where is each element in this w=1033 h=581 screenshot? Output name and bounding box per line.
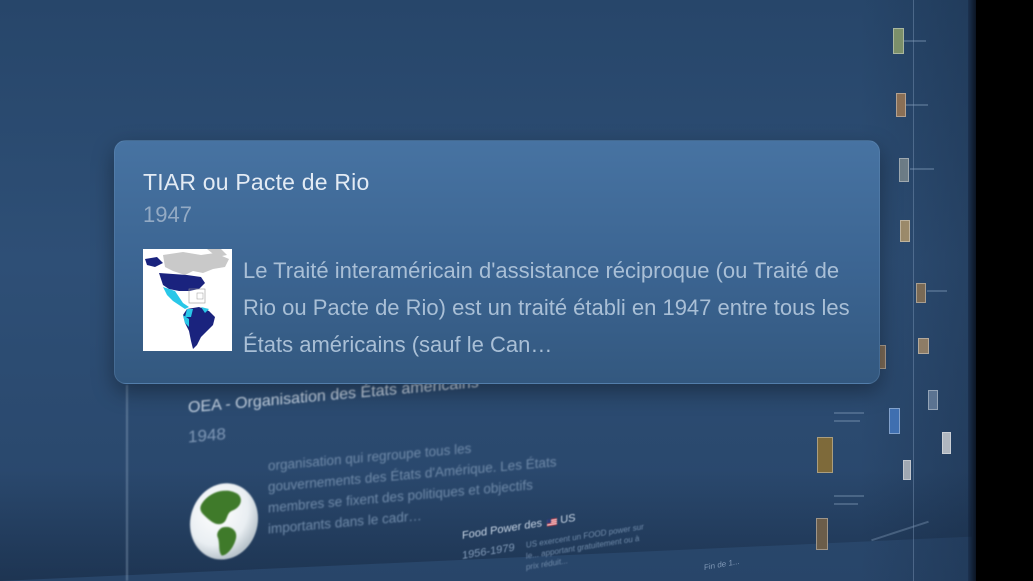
timeline-thumb[interactable] bbox=[899, 158, 909, 182]
globe-icon bbox=[190, 483, 258, 560]
timeline-thumb[interactable] bbox=[916, 283, 926, 303]
timeline-text-line bbox=[834, 503, 858, 505]
timeline-axis bbox=[913, 0, 914, 581]
event-description: Le Traité interaméricain d'assistance ré… bbox=[243, 258, 850, 357]
event-year: 1956-1979 bbox=[462, 541, 515, 562]
timeline-text-line bbox=[834, 495, 864, 497]
event-card-frame bbox=[126, 384, 128, 581]
timeline-text-line bbox=[834, 412, 864, 414]
event-year: 1947 bbox=[143, 202, 192, 227]
timeline-thumb[interactable] bbox=[893, 28, 904, 54]
event-year: 1948 bbox=[188, 424, 226, 447]
event-card-tiar[interactable]: TIAR ou Pacte de Rio 1947 Le Traité inte… bbox=[114, 140, 880, 384]
timeline-thumb[interactable] bbox=[896, 93, 906, 117]
timeline-viewport: OEA - Organisation des États américains … bbox=[0, 0, 1033, 581]
timeline-thumb[interactable] bbox=[918, 338, 929, 354]
event-title: TIAR ou Pacte de Rio bbox=[143, 169, 370, 195]
timeline-text-line bbox=[927, 290, 947, 292]
timeline-text-line bbox=[834, 420, 860, 422]
timeline-thumb[interactable] bbox=[816, 518, 828, 550]
event-title-suffix: US bbox=[560, 512, 576, 527]
timeline-text-line bbox=[906, 104, 928, 106]
us-flag-icon bbox=[547, 517, 558, 527]
timeline-thumb[interactable] bbox=[817, 437, 833, 473]
timeline-thumb[interactable] bbox=[903, 460, 911, 480]
timeline-thumb[interactable] bbox=[942, 432, 951, 454]
timeline-thumb[interactable] bbox=[889, 408, 900, 434]
timeline-thumb[interactable] bbox=[900, 220, 910, 242]
americas-map-icon bbox=[143, 249, 232, 351]
timeline-text-line bbox=[910, 168, 934, 170]
timeline-thumb[interactable] bbox=[928, 390, 938, 410]
timeline-text-line bbox=[904, 40, 926, 42]
